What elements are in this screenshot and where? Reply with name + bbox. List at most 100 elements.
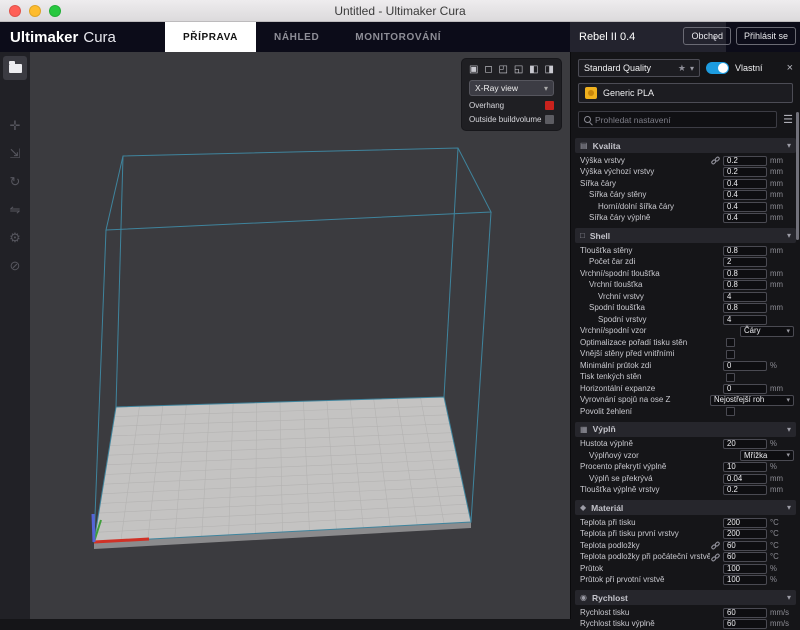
setting-value-input[interactable]: 0.4 bbox=[723, 213, 767, 223]
section-header-material[interactable]: ◆Materiál▾ bbox=[575, 500, 796, 515]
rotate-tool-button[interactable]: ↻ bbox=[3, 170, 27, 194]
main-area: ✛⇲↻⇋⚙⊘ ▣◻◰◱◧◨ X-Ra bbox=[0, 52, 800, 619]
support-blocker-tool-button[interactable]: ⊘ bbox=[3, 254, 27, 278]
setting-label: Spodní tloušťka bbox=[580, 304, 710, 312]
tab-monitorovani[interactable]: MONITOROVÁNÍ bbox=[337, 22, 459, 52]
folder-icon bbox=[9, 64, 22, 73]
setting-value-input[interactable]: 4 bbox=[723, 292, 767, 302]
left-toolbar: ✛ ⇲ ↻ ⇋ ⚙ ⊘ bbox=[0, 52, 30, 619]
custom-settings-toggle[interactable] bbox=[706, 62, 729, 74]
setting-label: Horizontální expanze bbox=[580, 385, 710, 393]
tab-nahled[interactable]: NÁHLED bbox=[256, 22, 337, 52]
setting-value-input[interactable]: 0.4 bbox=[723, 202, 767, 212]
setting-value-input[interactable]: 0.2 bbox=[723, 485, 767, 495]
setting-value-input[interactable]: 4 bbox=[723, 315, 767, 325]
setting-value-input[interactable]: 200 bbox=[723, 529, 767, 539]
section-title: Výplň bbox=[593, 424, 616, 434]
move-tool-button[interactable]: ✛ bbox=[3, 114, 27, 138]
setting-value-input[interactable]: 0.8 bbox=[723, 303, 767, 313]
setting-select[interactable]: Nejostřejší roh▾ bbox=[710, 395, 794, 406]
marketplace-button[interactable]: Obchod bbox=[683, 27, 731, 45]
scale-tool-button[interactable]: ⇲ bbox=[3, 142, 27, 166]
profile-dropdown[interactable]: Standard Quality ★ ▾ bbox=[578, 59, 700, 77]
setting-value-input[interactable]: 100 bbox=[723, 575, 767, 585]
settings-search-input[interactable] bbox=[595, 115, 771, 125]
setting-unit: mm bbox=[770, 270, 794, 278]
hamburger-menu-icon[interactable]: ☰ bbox=[783, 113, 793, 126]
setting-value-input[interactable]: 0.04 bbox=[723, 474, 767, 484]
setting-value-input[interactable]: 60 bbox=[723, 552, 767, 562]
material-icon bbox=[585, 87, 597, 99]
print-setup-panel: Standard Quality ★ ▾ Vlastní × Generic P… bbox=[570, 52, 800, 619]
header-buttons: Obchod Přihlásit se bbox=[683, 27, 796, 45]
settings-sections: ▤Kvalita▾Výška vrstvy0.2mmVýška výchozí … bbox=[571, 138, 800, 630]
setting-control: 0.8mm bbox=[710, 269, 794, 279]
setting-control: Mřížka▾ bbox=[710, 450, 794, 461]
view-mode-dropdown[interactable]: X-Ray view ▾ bbox=[469, 80, 554, 96]
view-right-icon[interactable]: ◨ bbox=[545, 65, 554, 75]
setting-checkbox[interactable] bbox=[726, 350, 735, 359]
setting-row-optimalizace-poradi-tisku-sten: Optimalizace pořadí tisku stěn bbox=[571, 337, 800, 349]
view-front-icon[interactable]: ◻ bbox=[484, 65, 492, 75]
setting-value-input[interactable]: 10 bbox=[723, 462, 767, 472]
material-dropdown[interactable]: Generic PLA bbox=[578, 83, 793, 103]
profile-name: Standard Quality bbox=[584, 63, 651, 73]
view-bottom-icon[interactable]: ◱ bbox=[514, 65, 523, 75]
setting-unit: mm bbox=[770, 191, 794, 199]
setting-value-input[interactable]: 60 bbox=[723, 608, 767, 618]
setting-value-input[interactable]: 0.2 bbox=[723, 167, 767, 177]
setting-select[interactable]: Čáry▾ bbox=[740, 326, 794, 337]
setting-value-input[interactable]: 60 bbox=[723, 619, 767, 629]
open-file-button[interactable] bbox=[3, 56, 27, 80]
setting-value-input[interactable]: 0.2 bbox=[723, 156, 767, 166]
setting-unit: mm/s bbox=[770, 620, 794, 628]
setting-label: Teplota při tisku bbox=[580, 519, 710, 527]
setting-row-tloustka-steny: Tloušťka stěny0.8mm bbox=[571, 245, 800, 257]
setting-value-input[interactable]: 20 bbox=[723, 439, 767, 449]
setting-checkbox[interactable] bbox=[726, 338, 735, 347]
setting-value-input[interactable]: 0.4 bbox=[723, 190, 767, 200]
setting-value-input[interactable]: 60 bbox=[723, 541, 767, 551]
setting-value-input[interactable]: 2 bbox=[723, 257, 767, 267]
window-close-button[interactable] bbox=[9, 5, 21, 17]
window-zoom-button[interactable] bbox=[49, 5, 61, 17]
mirror-tool-button[interactable]: ⇋ bbox=[3, 198, 27, 222]
section-header-kvalita[interactable]: ▤Kvalita▾ bbox=[575, 138, 796, 153]
scrollbar-thumb[interactable] bbox=[796, 112, 799, 240]
setting-value-input[interactable]: 0.8 bbox=[723, 246, 767, 256]
setting-value-input[interactable]: 0 bbox=[723, 384, 767, 394]
setting-value-input[interactable]: 200 bbox=[723, 518, 767, 528]
per-model-settings-tool-button[interactable]: ⚙ bbox=[3, 226, 27, 250]
setting-label: Vrchní/spodní tloušťka bbox=[580, 270, 710, 278]
view-top-icon[interactable]: ◰ bbox=[499, 65, 508, 75]
chevron-down-icon: ▾ bbox=[544, 84, 548, 93]
setting-control: 10% bbox=[710, 462, 794, 472]
setting-label: Výplň se překrývá bbox=[580, 475, 710, 483]
setting-row-spodni-vrstvy: Spodní vrstvy4 bbox=[571, 314, 800, 326]
setting-unit: mm bbox=[770, 247, 794, 255]
setting-value-input[interactable]: 0 bbox=[723, 361, 767, 371]
sign-in-button[interactable]: Přihlásit se bbox=[736, 27, 796, 45]
setting-unit: % bbox=[770, 440, 794, 448]
section-header-rychlost[interactable]: ◉Rychlost▾ bbox=[575, 590, 796, 605]
section-header-vypln[interactable]: ▦Výplň▾ bbox=[575, 422, 796, 437]
setting-label: Vnější stěny před vnitřními bbox=[580, 350, 710, 358]
close-icon[interactable]: × bbox=[787, 62, 793, 74]
setting-checkbox[interactable] bbox=[726, 407, 735, 416]
setting-control: 0.8mm bbox=[710, 246, 794, 256]
window-minimize-button[interactable] bbox=[29, 5, 41, 17]
viewport-3d[interactable]: ▣◻◰◱◧◨ X-Ray view ▾ OverhangOutside buil… bbox=[30, 52, 570, 619]
setting-value-input[interactable]: 0.8 bbox=[723, 280, 767, 290]
view-3d-icon[interactable]: ▣ bbox=[469, 65, 478, 75]
setting-select[interactable]: Mřížka▾ bbox=[740, 450, 794, 461]
setting-row-tisk-tenkych-sten: Tisk tenkých stěn bbox=[571, 372, 800, 384]
setting-value-input[interactable]: 0.4 bbox=[723, 179, 767, 189]
setting-label: Průtok bbox=[580, 565, 710, 573]
setting-value-input[interactable]: 100 bbox=[723, 564, 767, 574]
tab-priprava[interactable]: PŘÍPRAVA bbox=[165, 22, 256, 52]
setting-unit: mm bbox=[770, 214, 794, 222]
setting-value-input[interactable]: 0.8 bbox=[723, 269, 767, 279]
view-left-icon[interactable]: ◧ bbox=[529, 65, 538, 75]
section-header-shell[interactable]: □Shell▾ bbox=[575, 228, 796, 243]
setting-checkbox[interactable] bbox=[726, 373, 735, 382]
